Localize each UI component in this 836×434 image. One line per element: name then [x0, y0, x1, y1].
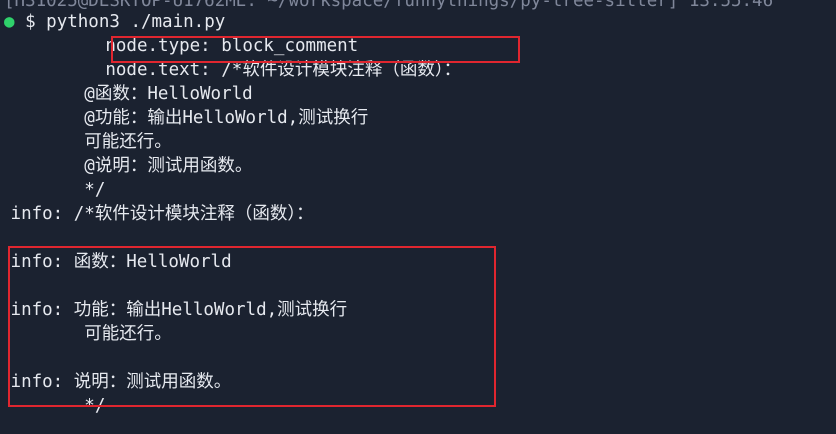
- terminal-window[interactable]: [H31025@DESKTOP-U1762ME: ~/workspace/fun…: [0, 0, 836, 434]
- output-line: 可能还行。: [0, 132, 172, 152]
- output-line: @功能：输出HelloWorld,测试换行: [0, 108, 369, 128]
- output-line: @说明：测试用函数。: [0, 156, 253, 176]
- highlight-box-node-type: [111, 36, 520, 63]
- output-line: info: /*软件设计模块注释（函数）：: [0, 204, 314, 224]
- highlight-box-info-lines: [8, 246, 496, 407]
- prompt-status-icon: ●: [4, 12, 15, 32]
- command-line: ● $ python3 ./main.py: [4, 10, 225, 34]
- output-line: @函数：HelloWorld: [0, 84, 253, 104]
- output-line: */: [0, 180, 106, 200]
- command-text: $ python3 ./main.py: [25, 12, 226, 32]
